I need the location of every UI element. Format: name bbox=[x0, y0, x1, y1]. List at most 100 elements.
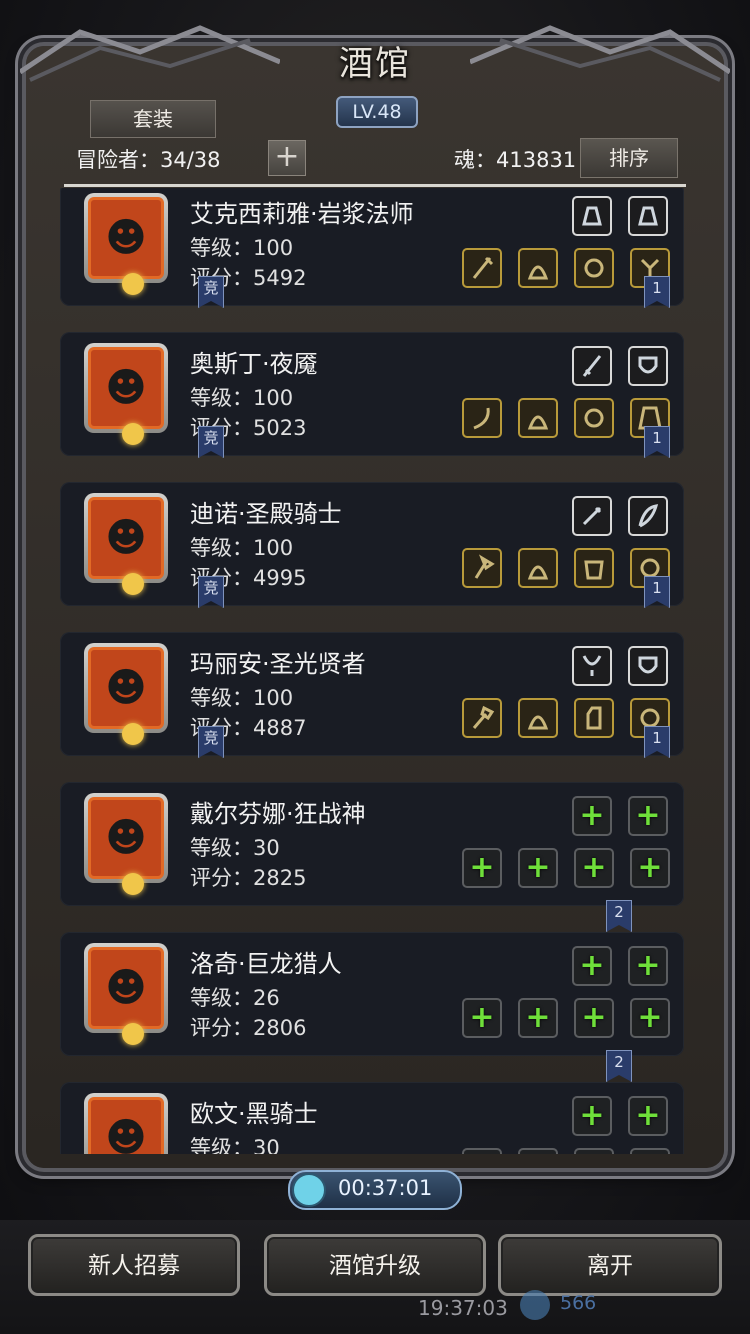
portrait-hooded-sorceress: ☻ bbox=[88, 197, 164, 279]
hero-card[interactable]: ☻ 艾克西莉雅·岩浆法师 等级：100 评分：5492 bbox=[60, 188, 684, 306]
hero-list[interactable]: ☻ 艾克西莉雅·岩浆法师 等级：100 评分：5492 竞 1 ☻ 奥斯丁·夜魇 等级：100 评… bbox=[56, 188, 696, 1154]
soul-currency: 魂：413831 bbox=[454, 148, 577, 172]
equipment-slot[interactable]: + bbox=[630, 848, 670, 888]
hero-name: 欧文·黑骑士 bbox=[190, 1100, 318, 1128]
equipment-slot[interactable] bbox=[572, 346, 612, 386]
equipment-slot[interactable] bbox=[574, 698, 614, 738]
recruit-button[interactable]: 新人招募 bbox=[28, 1234, 240, 1296]
equipment-slot[interactable]: + bbox=[630, 1148, 670, 1154]
equipment-slot[interactable] bbox=[574, 548, 614, 588]
plus-icon: + bbox=[525, 1153, 550, 1155]
scimitar-icon bbox=[473, 407, 490, 430]
hero-name: 戴尔芬娜·狂战神 bbox=[190, 800, 366, 828]
equipment-slot[interactable]: + bbox=[628, 1096, 668, 1136]
hero-portrait[interactable]: ☻ bbox=[84, 193, 168, 295]
equipment-slot[interactable] bbox=[574, 248, 614, 288]
mace-icon bbox=[472, 705, 495, 729]
equipment-slot[interactable] bbox=[628, 496, 668, 536]
plus-icon: + bbox=[637, 850, 663, 885]
sort-button[interactable]: 排序 bbox=[580, 138, 678, 178]
equipment-slot[interactable] bbox=[462, 248, 502, 288]
adventurer-count: 冒险者：34/38 bbox=[76, 148, 221, 172]
plus-icon: + bbox=[579, 1098, 605, 1133]
tavern-header: 套装 冒险者：34/38 + 魂：413831 排序 bbox=[62, 96, 688, 186]
portrait-bearded-knight: ☻ bbox=[88, 1097, 164, 1154]
equipment-slot[interactable]: + bbox=[518, 998, 558, 1038]
plus-icon: + bbox=[469, 1000, 495, 1035]
equipment-slot[interactable] bbox=[628, 646, 668, 686]
equipment-slot[interactable]: + bbox=[572, 1096, 612, 1136]
hero-level: 等级：100 bbox=[190, 536, 294, 560]
hero-portrait[interactable]: ☻ bbox=[84, 943, 168, 1045]
equipment-slot[interactable]: + bbox=[574, 848, 614, 888]
feather-icon bbox=[638, 504, 659, 528]
gem-count: 566 bbox=[560, 1292, 597, 1314]
hero-portrait[interactable]: ☻ bbox=[84, 493, 168, 595]
hero-level: 等级：26 bbox=[190, 986, 280, 1010]
moon-badge-icon bbox=[122, 723, 144, 745]
frame-ornament-right bbox=[470, 25, 730, 82]
hero-level: 等级：100 bbox=[190, 386, 294, 410]
hero-card[interactable]: ☻ 迪诺·圣殿骑士 等级：100 评分：4995 bbox=[60, 482, 684, 606]
equipment-slot[interactable]: + bbox=[628, 946, 668, 986]
plus-icon: + bbox=[637, 1153, 662, 1155]
equipment-slot[interactable] bbox=[518, 698, 558, 738]
equipment-slot[interactable]: + bbox=[462, 1148, 502, 1154]
hero-portrait[interactable]: ☻ bbox=[84, 643, 168, 745]
leave-button[interactable]: 离开 bbox=[498, 1234, 722, 1296]
plus-icon: + bbox=[525, 1000, 551, 1035]
hero-card[interactable]: ☻欧文·黑骑士等级：30评分：2757++++++ bbox=[60, 1082, 684, 1154]
hero-card[interactable]: ☻ 玛丽安·圣光贤者 等级：100 评分：4887 bbox=[60, 632, 684, 756]
add-adventurer-slot-button[interactable]: + bbox=[268, 140, 306, 176]
plus-icon: + bbox=[635, 798, 661, 833]
ring-icon bbox=[584, 258, 604, 278]
hero-name: 洛奇·巨龙猎人 bbox=[190, 950, 342, 978]
equipment-slot[interactable]: + bbox=[462, 848, 502, 888]
moon-badge-icon bbox=[122, 1023, 144, 1045]
equipment-slot[interactable] bbox=[462, 398, 502, 438]
equipment-slot[interactable]: + bbox=[518, 848, 558, 888]
hero-level: 等级：100 bbox=[190, 686, 294, 710]
equipment-slot[interactable]: + bbox=[572, 946, 612, 986]
equipment-slot[interactable] bbox=[628, 196, 668, 236]
tavern-upgrade-button[interactable]: 酒馆升级 bbox=[264, 1234, 486, 1296]
hero-name: 奥斯丁·夜魇 bbox=[190, 350, 318, 378]
hero-portrait[interactable]: ☻ bbox=[84, 1093, 168, 1154]
equipment-slot[interactable]: + bbox=[628, 796, 668, 836]
hero-level: 等级：30 bbox=[190, 1136, 280, 1154]
portrait-silver-haired-knight: ☻ bbox=[88, 497, 164, 579]
equipment-slot[interactable]: + bbox=[574, 998, 614, 1038]
equipment-slot[interactable]: + bbox=[518, 1148, 558, 1154]
equipment-slot[interactable] bbox=[572, 196, 612, 236]
equipment-slot[interactable] bbox=[572, 496, 612, 536]
equipment-slot[interactable] bbox=[462, 698, 502, 738]
header-divider bbox=[64, 184, 686, 187]
portrait-priestess: ☻ bbox=[88, 647, 164, 729]
plus-icon: + bbox=[581, 1000, 607, 1035]
equipment-slot[interactable] bbox=[628, 346, 668, 386]
moon-badge-icon bbox=[122, 423, 144, 445]
hero-score: 评分：2825 bbox=[190, 866, 307, 890]
hero-card[interactable]: ☻ 戴尔芬娜·狂战神 等级：30 评分：2825 + + + + + + bbox=[60, 782, 684, 906]
portrait-hooded-hunter: ☻ bbox=[88, 947, 164, 1029]
equipment-slot[interactable]: + bbox=[574, 1148, 614, 1154]
hero-card[interactable]: ☻ 奥斯丁·夜魇 等级：100 评分：5023 bbox=[60, 332, 684, 456]
equipment-slot[interactable] bbox=[462, 548, 502, 588]
equipment-set-button[interactable]: 套装 bbox=[90, 100, 216, 138]
equipment-slot[interactable] bbox=[518, 548, 558, 588]
hero-portrait[interactable]: ☻ bbox=[84, 793, 168, 895]
equipment-slot[interactable] bbox=[572, 646, 612, 686]
hero-name: 艾克西莉雅·岩浆法师 bbox=[190, 200, 414, 228]
equipment-slot[interactable] bbox=[574, 398, 614, 438]
equipment-slot[interactable]: + bbox=[630, 998, 670, 1038]
equipment-slot[interactable] bbox=[518, 248, 558, 288]
ring-icon bbox=[584, 408, 604, 428]
hero-portrait[interactable]: ☻ bbox=[84, 343, 168, 445]
equipment-slot[interactable]: + bbox=[462, 998, 502, 1038]
frame-ornament-left bbox=[20, 25, 280, 82]
equipment-slot[interactable] bbox=[518, 398, 558, 438]
equipment-slot[interactable]: + bbox=[572, 796, 612, 836]
hero-card[interactable]: ☻ 洛奇·巨龙猎人 等级：26 评分：2806 + + + + + + bbox=[60, 932, 684, 1056]
sword-icon bbox=[582, 355, 602, 377]
plus-icon: + bbox=[635, 948, 661, 983]
